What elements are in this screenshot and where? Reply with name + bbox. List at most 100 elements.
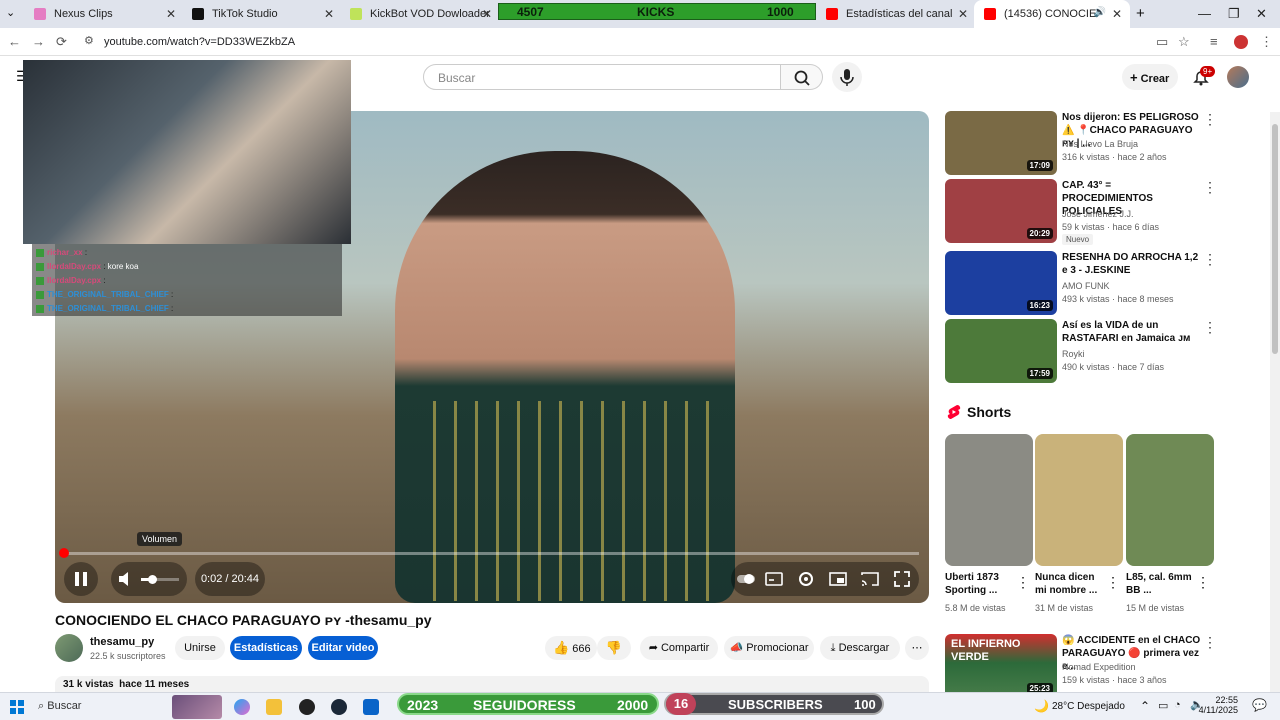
forward-icon[interactable]: →	[32, 34, 45, 49]
scrubber-handle[interactable]	[59, 548, 69, 558]
recommendation-channel[interactable]: Nomad Expedition	[1062, 662, 1136, 672]
page-scrollbar[interactable]	[1270, 112, 1280, 692]
more-options-icon[interactable]: ⋮	[1196, 574, 1210, 591]
show-hidden-icons-icon[interactable]: ⌃	[1140, 699, 1150, 713]
new-tab-button[interactable]: +	[1136, 5, 1145, 22]
search-button[interactable]	[781, 64, 823, 90]
short-views: 15 M de vistas	[1126, 603, 1185, 613]
short-thumbnail[interactable]	[1126, 434, 1214, 566]
system-clock[interactable]: 22:55 4/11/2025	[1198, 695, 1238, 715]
recommendation-title[interactable]: RESENHA DO ARROCHA 1,2 e 3 - J.ESKINE	[1062, 251, 1202, 277]
weather-widget[interactable]: 28°C Despejado	[1052, 701, 1125, 712]
tab-kickbot[interactable]: KickBot VOD Dowloader ✕	[340, 0, 500, 28]
account-avatar[interactable]	[1227, 66, 1249, 88]
profile-avatar[interactable]	[1234, 35, 1248, 49]
recommendation-channel[interactable]: Nos Llevo La Bruja	[1062, 139, 1138, 149]
more-options-icon[interactable]: ⋮	[1203, 251, 1217, 268]
media-controls-icon[interactable]: ≡	[1210, 34, 1218, 49]
more-options-icon[interactable]: ⋮	[1203, 319, 1217, 336]
outlook-icon[interactable]	[363, 699, 379, 715]
back-icon[interactable]: ←	[8, 34, 21, 49]
volume-slider-handle[interactable]	[148, 575, 158, 584]
dislike-button[interactable]: 👎	[597, 636, 631, 660]
join-button[interactable]: Unirse	[175, 636, 225, 660]
speaker-icon[interactable]: 🔊	[1094, 7, 1106, 18]
restore-icon[interactable]: ❐	[1228, 6, 1240, 22]
progress-bar[interactable]	[65, 552, 919, 555]
volume-control[interactable]	[111, 562, 187, 596]
recommendation-item[interactable]: EL INFIERNO VERDE 25:23 😱 ACCIDENTE en e…	[945, 634, 1225, 692]
share-button[interactable]: ➦ Compartir	[640, 636, 718, 660]
autoplay-toggle-icon[interactable]	[735, 568, 757, 590]
scrollbar-thumb[interactable]	[1272, 124, 1278, 354]
recommendation-item[interactable]: 17:59 Así es la VIDA de un RASTAFARI en …	[945, 319, 1225, 383]
widget-landmark-icon[interactable]	[172, 695, 222, 719]
short-title[interactable]: Nunca dicen mi nombre ...	[1035, 571, 1107, 597]
tab-channel-stats[interactable]: Estadísticas del canal - YouTube ✕	[816, 0, 976, 28]
more-options-icon[interactable]: ⋮	[1203, 179, 1217, 196]
recommendation-title[interactable]: Así es la VIDA de un RASTAFARI en Jamaic…	[1062, 319, 1202, 345]
pause-button[interactable]	[64, 562, 98, 596]
recommendation-channel[interactable]: Royki	[1062, 349, 1085, 359]
promote-button[interactable]: 📣 Promocionar	[724, 636, 814, 660]
short-title[interactable]: Uberti 1873 Sporting ...	[945, 571, 1017, 597]
recommendation-item[interactable]: 16:23 RESENHA DO ARROCHA 1,2 e 3 - J.ESK…	[945, 251, 1225, 315]
taskbar-search[interactable]: ⌕ Buscar	[38, 700, 81, 713]
chat-badge-icon	[36, 262, 44, 271]
close-window-icon[interactable]: ✕	[1256, 6, 1267, 22]
subtitles-icon[interactable]	[763, 568, 785, 590]
volume-icon[interactable]	[113, 562, 137, 596]
wifi-icon[interactable]: ◔	[1174, 699, 1181, 711]
stats-button[interactable]: Estadísticas	[230, 636, 302, 660]
minimize-icon[interactable]: —	[1198, 6, 1211, 21]
more-options-icon[interactable]: ⋮	[1203, 111, 1217, 128]
description-header[interactable]: 31 k vistas hace 11 meses	[55, 676, 929, 692]
recommendation-item[interactable]: 17:09 Nos dijeron: ES PELIGROSO ⚠️ 📍CHAC…	[945, 111, 1225, 175]
steam-icon[interactable]	[331, 699, 347, 715]
channel-name[interactable]: thesamu_py	[90, 636, 154, 648]
chat-badge-icon	[36, 248, 44, 257]
browser-menu-icon[interactable]: ⋮	[1260, 34, 1273, 50]
site-info-icon[interactable]: ⚙	[84, 34, 94, 47]
display-icon[interactable]: ▭	[1158, 699, 1168, 712]
tab-nexus-clips[interactable]: Nexus Clips ✕	[24, 0, 184, 28]
voice-search-button[interactable]	[832, 62, 862, 92]
recommendation-item[interactable]: 20:29 CAP. 43° = PROCEDIMIENTOS POLICIAL…	[945, 179, 1225, 245]
obs-icon[interactable]	[299, 699, 315, 715]
more-options-icon[interactable]: ⋮	[1106, 574, 1120, 591]
notification-center-icon[interactable]: 💬	[1252, 698, 1267, 712]
short-thumbnail[interactable]	[1035, 434, 1123, 566]
bookmark-star-icon[interactable]: ☆	[1178, 34, 1190, 50]
settings-gear-icon[interactable]	[795, 568, 817, 590]
url-field[interactable]: youtube.com/watch?v=DD33WEZkbZA	[104, 36, 295, 48]
search-input[interactable]: Buscar	[423, 64, 781, 90]
more-options-icon[interactable]: ⋮	[1203, 634, 1217, 651]
file-explorer-icon[interactable]	[266, 699, 282, 715]
copilot-icon[interactable]	[234, 699, 250, 715]
recommendation-channel[interactable]: José Jiménez J.J.	[1062, 209, 1134, 219]
tab-current-video[interactable]: (14536) CONOCIENDO EL CHACO 🔊 ✕	[974, 0, 1130, 28]
short-thumbnail[interactable]	[945, 434, 1033, 566]
fullscreen-icon[interactable]	[891, 568, 913, 590]
install-app-icon[interactable]: ▭	[1156, 34, 1168, 50]
more-options-icon[interactable]: ⋮	[1016, 574, 1030, 591]
download-button[interactable]: ⤓ Descargar	[820, 636, 900, 660]
cast-icon[interactable]	[859, 568, 881, 590]
tab-tiktok-studio[interactable]: TikTok Studio ✕	[182, 0, 342, 28]
create-button[interactable]: + Crear	[1122, 64, 1178, 90]
close-icon[interactable]: ✕	[482, 7, 492, 21]
close-icon[interactable]: ✕	[958, 7, 968, 21]
short-title[interactable]: L85, cal. 6mm BB ...	[1126, 571, 1198, 597]
reload-icon[interactable]: ⟳	[56, 34, 67, 50]
like-button[interactable]: 👍 666	[545, 636, 597, 660]
more-actions-button[interactable]: ⋯	[905, 636, 929, 660]
recommendation-channel[interactable]: AMO FUNK	[1062, 281, 1110, 291]
close-icon[interactable]: ✕	[324, 7, 334, 21]
tab-list-button[interactable]: ⌄	[6, 6, 15, 19]
channel-avatar[interactable]	[55, 634, 83, 662]
miniplayer-icon[interactable]	[827, 568, 849, 590]
windows-start-icon[interactable]	[10, 700, 24, 714]
close-icon[interactable]: ✕	[1112, 7, 1122, 21]
close-icon[interactable]: ✕	[166, 7, 176, 21]
edit-video-button[interactable]: Editar video	[308, 636, 378, 660]
